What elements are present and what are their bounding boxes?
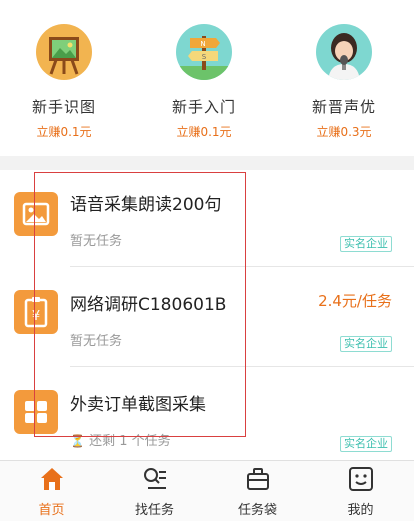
divider [70, 366, 414, 367]
verified-badge: 实名企业 [340, 236, 392, 252]
grid-icon [14, 390, 58, 434]
task-status: 暂无任务 [70, 234, 123, 249]
task-status: 暂无任务 [70, 334, 123, 349]
category-reward: 立赚0.3元 [316, 125, 372, 139]
search-list-icon [103, 465, 206, 493]
task-name: 网络调研C180601B [70, 295, 227, 315]
tab-label: 我的 [347, 503, 374, 518]
category-title: 新手入门 [171, 98, 236, 116]
tab-label: 首页 [38, 503, 65, 518]
tab-home[interactable]: 首页 [0, 465, 103, 518]
category-title: 新晋声优 [311, 98, 376, 116]
signpost-icon: N S [176, 24, 232, 80]
verified-badge: 实名企业 [340, 436, 392, 452]
bottom-tab-bar: 首页 找任务 任务袋 我的 [0, 460, 414, 521]
verified-badge: 实名企业 [340, 336, 392, 352]
survey-icon: ¥ [14, 290, 58, 334]
category-reward: 立赚0.1元 [176, 125, 232, 139]
hourglass-icon: ⏳ [70, 434, 85, 448]
tab-find-task[interactable]: 找任务 [103, 465, 206, 518]
task-item[interactable]: ¥ 网络调研C180601B 2.4元/任务 暂无任务 实名企业 [0, 270, 414, 370]
smiley-icon [309, 465, 412, 493]
tab-label: 任务袋 [237, 503, 277, 518]
task-name: 外卖订单截图采集 [70, 395, 206, 415]
category-beginner-image[interactable]: 新手识图 立赚0.1元 [4, 24, 124, 140]
tab-task-bag[interactable]: 任务袋 [206, 465, 309, 518]
category-reward: 立赚0.1元 [36, 125, 92, 139]
task-item[interactable]: 外卖订单截图采集 ⏳ 还剩 1 个任务 实名企业 [0, 370, 414, 470]
svg-text:S: S [202, 53, 207, 61]
home-icon [0, 465, 103, 493]
briefcase-icon [206, 465, 309, 493]
category-voice-actor[interactable]: 新晋声优 立赚0.3元 [284, 24, 404, 140]
category-panel: 新手识图 立赚0.1元 N S 新手入门 立赚0.1元 新晋声优 立赚0.3元 [0, 0, 414, 156]
task-status: ⏳ 还剩 1 个任务 [70, 430, 171, 449]
task-price: 2.4元/任务 [318, 292, 392, 310]
easel-icon [36, 24, 92, 80]
task-item[interactable]: 语音采集朗读200句 暂无任务 实名企业 [0, 170, 414, 270]
task-list: 语音采集朗读200句 暂无任务 实名企业 ¥ 网络调研C180601B 2.4元… [0, 170, 414, 460]
image-icon [14, 192, 58, 236]
voice-actor-icon [316, 24, 372, 80]
svg-text:¥: ¥ [32, 309, 40, 324]
task-status-text: 还剩 1 个任务 [89, 434, 171, 449]
task-name: 语音采集朗读200句 [70, 195, 222, 215]
svg-text:N: N [200, 40, 205, 48]
category-title: 新手识图 [31, 98, 96, 116]
category-beginner-intro[interactable]: N S 新手入门 立赚0.1元 [144, 24, 264, 140]
tab-me[interactable]: 我的 [309, 465, 412, 518]
divider [70, 266, 414, 267]
tab-label: 找任务 [134, 503, 174, 518]
